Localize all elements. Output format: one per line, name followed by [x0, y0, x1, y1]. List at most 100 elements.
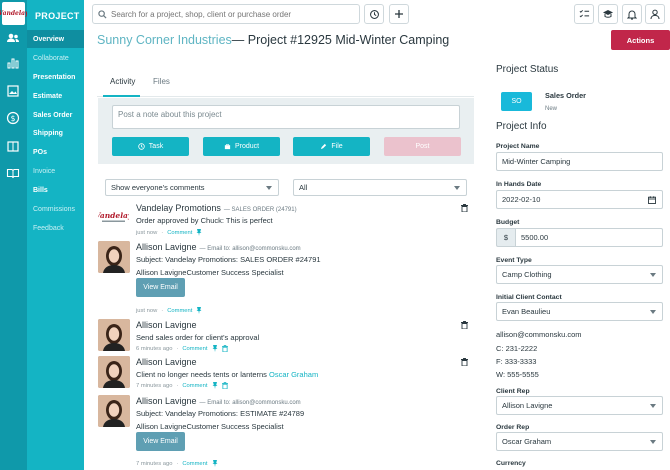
chart-icon[interactable] — [6, 56, 20, 70]
add-button[interactable] — [389, 4, 409, 24]
notifications-button[interactable] — [622, 4, 642, 24]
post-meta: — SALES ORDER (24791) — [223, 207, 297, 213]
pin-icon[interactable] — [212, 382, 218, 389]
nav-item-shipping[interactable]: Shipping — [27, 124, 84, 142]
pin-icon[interactable] — [196, 307, 202, 314]
note-input[interactable]: Post a note about this project — [112, 105, 460, 129]
image-icon[interactable] — [6, 84, 20, 98]
project-name-field[interactable]: Mid-Winter Camping — [496, 152, 663, 171]
nav-item-collaborate[interactable]: Collaborate — [27, 49, 84, 67]
client-contact-label: Initial Client Contact — [496, 294, 562, 301]
comment-link[interactable]: Comment — [182, 461, 207, 467]
email-subject: Subject: Vandelay Promotions: ESTIMATE #… — [136, 409, 305, 418]
client-contact-select[interactable]: Evan Beaulieu — [496, 302, 663, 321]
nav-item-commissions[interactable]: Commissions — [27, 200, 84, 218]
nav-item-pos[interactable]: POs — [27, 143, 84, 161]
project-name-label: Project Name — [496, 143, 540, 150]
in-hands-date-field[interactable]: 2022-02-10 — [496, 190, 663, 209]
company-logo[interactable]: Vandelay — [0, 2, 29, 25]
pin-icon[interactable] — [196, 229, 202, 236]
pin-icon[interactable] — [212, 345, 218, 352]
nav-item-feedback[interactable]: Feedback — [27, 219, 84, 237]
history-button[interactable] — [364, 4, 384, 24]
task-button[interactable]: Task — [112, 137, 189, 156]
file-button[interactable]: File — [293, 137, 370, 156]
profile-button[interactable] — [645, 4, 665, 24]
post-meta: — Email to: allison@commonsku.com — [199, 246, 301, 252]
trash-icon[interactable] — [461, 358, 468, 366]
history-icon — [369, 9, 379, 19]
status-badge: SO — [501, 92, 532, 111]
trash-icon[interactable] — [221, 345, 228, 352]
event-type-select[interactable]: Camp Clothing — [496, 265, 663, 284]
comment-link[interactable]: Comment — [167, 308, 192, 314]
search-input[interactable] — [111, 9, 351, 19]
view-email-button[interactable]: View Email — [136, 278, 185, 297]
contact-fax: F: 333-3333 — [496, 357, 537, 366]
project-status-heading: Project Status — [496, 64, 559, 75]
author-name[interactable]: Allison Lavigne — [136, 357, 197, 367]
post-time: just now — [136, 229, 158, 236]
comment-link[interactable]: Comment — [182, 346, 207, 352]
budget-label: Budget — [496, 219, 520, 226]
chevron-down-icon — [650, 273, 656, 277]
author-name[interactable]: Allison Lavigne — [136, 242, 197, 252]
email-subject: Subject: Vandelay Promotions: SALES ORDE… — [136, 255, 321, 264]
file-label: File — [331, 143, 343, 150]
author-name[interactable]: Allison Lavigne — [136, 396, 197, 406]
email-signature: Allison LavigneCustomer Success Speciali… — [136, 268, 284, 277]
order-rep-value: Oscar Graham — [502, 437, 552, 446]
budget-field[interactable]: 5500.00 — [515, 228, 663, 247]
tab-files[interactable]: Files — [153, 77, 170, 86]
client-rep-value: Allison Lavigne — [502, 401, 553, 410]
calendar-icon[interactable] — [648, 196, 656, 204]
search-icon — [98, 9, 107, 19]
building-icon[interactable] — [6, 139, 20, 153]
product-button[interactable]: Product — [203, 137, 280, 156]
book-icon[interactable] — [6, 166, 20, 180]
nav-item-presentation[interactable]: Presentation — [27, 68, 84, 86]
tasks-button[interactable] — [574, 4, 594, 24]
tab-divider — [97, 96, 474, 97]
tab-activity[interactable]: Activity — [110, 77, 135, 86]
event-type-label: Event Type — [496, 257, 532, 264]
trash-icon[interactable] — [221, 382, 228, 389]
post-author: Allison Lavigne — [136, 357, 197, 367]
client-contact-value: Evan Beaulieu — [502, 307, 551, 316]
dollar-icon[interactable]: $ — [6, 111, 20, 125]
post-author: Allison Lavigne — [136, 320, 197, 330]
order-rep-select[interactable]: Oscar Graham — [496, 432, 663, 451]
global-search[interactable] — [92, 4, 360, 24]
comment-link[interactable]: Comment — [182, 383, 207, 389]
nav-item-estimate[interactable]: Estimate — [27, 87, 84, 105]
actions-button[interactable]: Actions — [611, 30, 670, 50]
post-label: Post — [415, 143, 430, 150]
client-rep-select[interactable]: Allison Lavigne — [496, 396, 663, 415]
nav-item-overview[interactable]: Overview — [27, 30, 84, 48]
product-label: Product — [234, 143, 260, 150]
post-button[interactable]: Post — [384, 137, 461, 156]
pin-icon[interactable] — [212, 460, 218, 467]
view-email-button[interactable]: View Email — [136, 432, 185, 451]
type-filter[interactable]: All — [293, 179, 467, 196]
learning-button[interactable] — [598, 4, 618, 24]
nav-item-bills[interactable]: Bills — [27, 181, 84, 199]
mention-link[interactable]: Oscar Graham — [269, 370, 318, 379]
author-name[interactable]: Vandelay Promotions — [136, 203, 221, 213]
nav-item-invoice[interactable]: Invoice — [27, 162, 84, 180]
users-icon[interactable] — [6, 31, 20, 45]
chevron-down-icon — [454, 186, 460, 190]
event-type-value: Camp Clothing — [502, 270, 552, 279]
client-link[interactable]: Sunny Corner Industries — [97, 33, 232, 47]
comment-link[interactable]: Comment — [167, 230, 192, 236]
status-stage: Sales Order — [545, 91, 586, 100]
vandelay-logo-text: Vandelay — [98, 211, 129, 220]
author-name[interactable]: Allison Lavigne — [136, 320, 197, 330]
nav-item-sales-order[interactable]: Sales Order — [27, 106, 84, 124]
comments-filter[interactable]: Show everyone's comments — [105, 179, 279, 196]
clock-icon — [138, 143, 145, 150]
contact-email: allison@commonsku.com — [496, 330, 582, 339]
trash-icon[interactable] — [461, 204, 468, 212]
trash-icon[interactable] — [461, 321, 468, 329]
pencil-icon — [321, 143, 327, 150]
